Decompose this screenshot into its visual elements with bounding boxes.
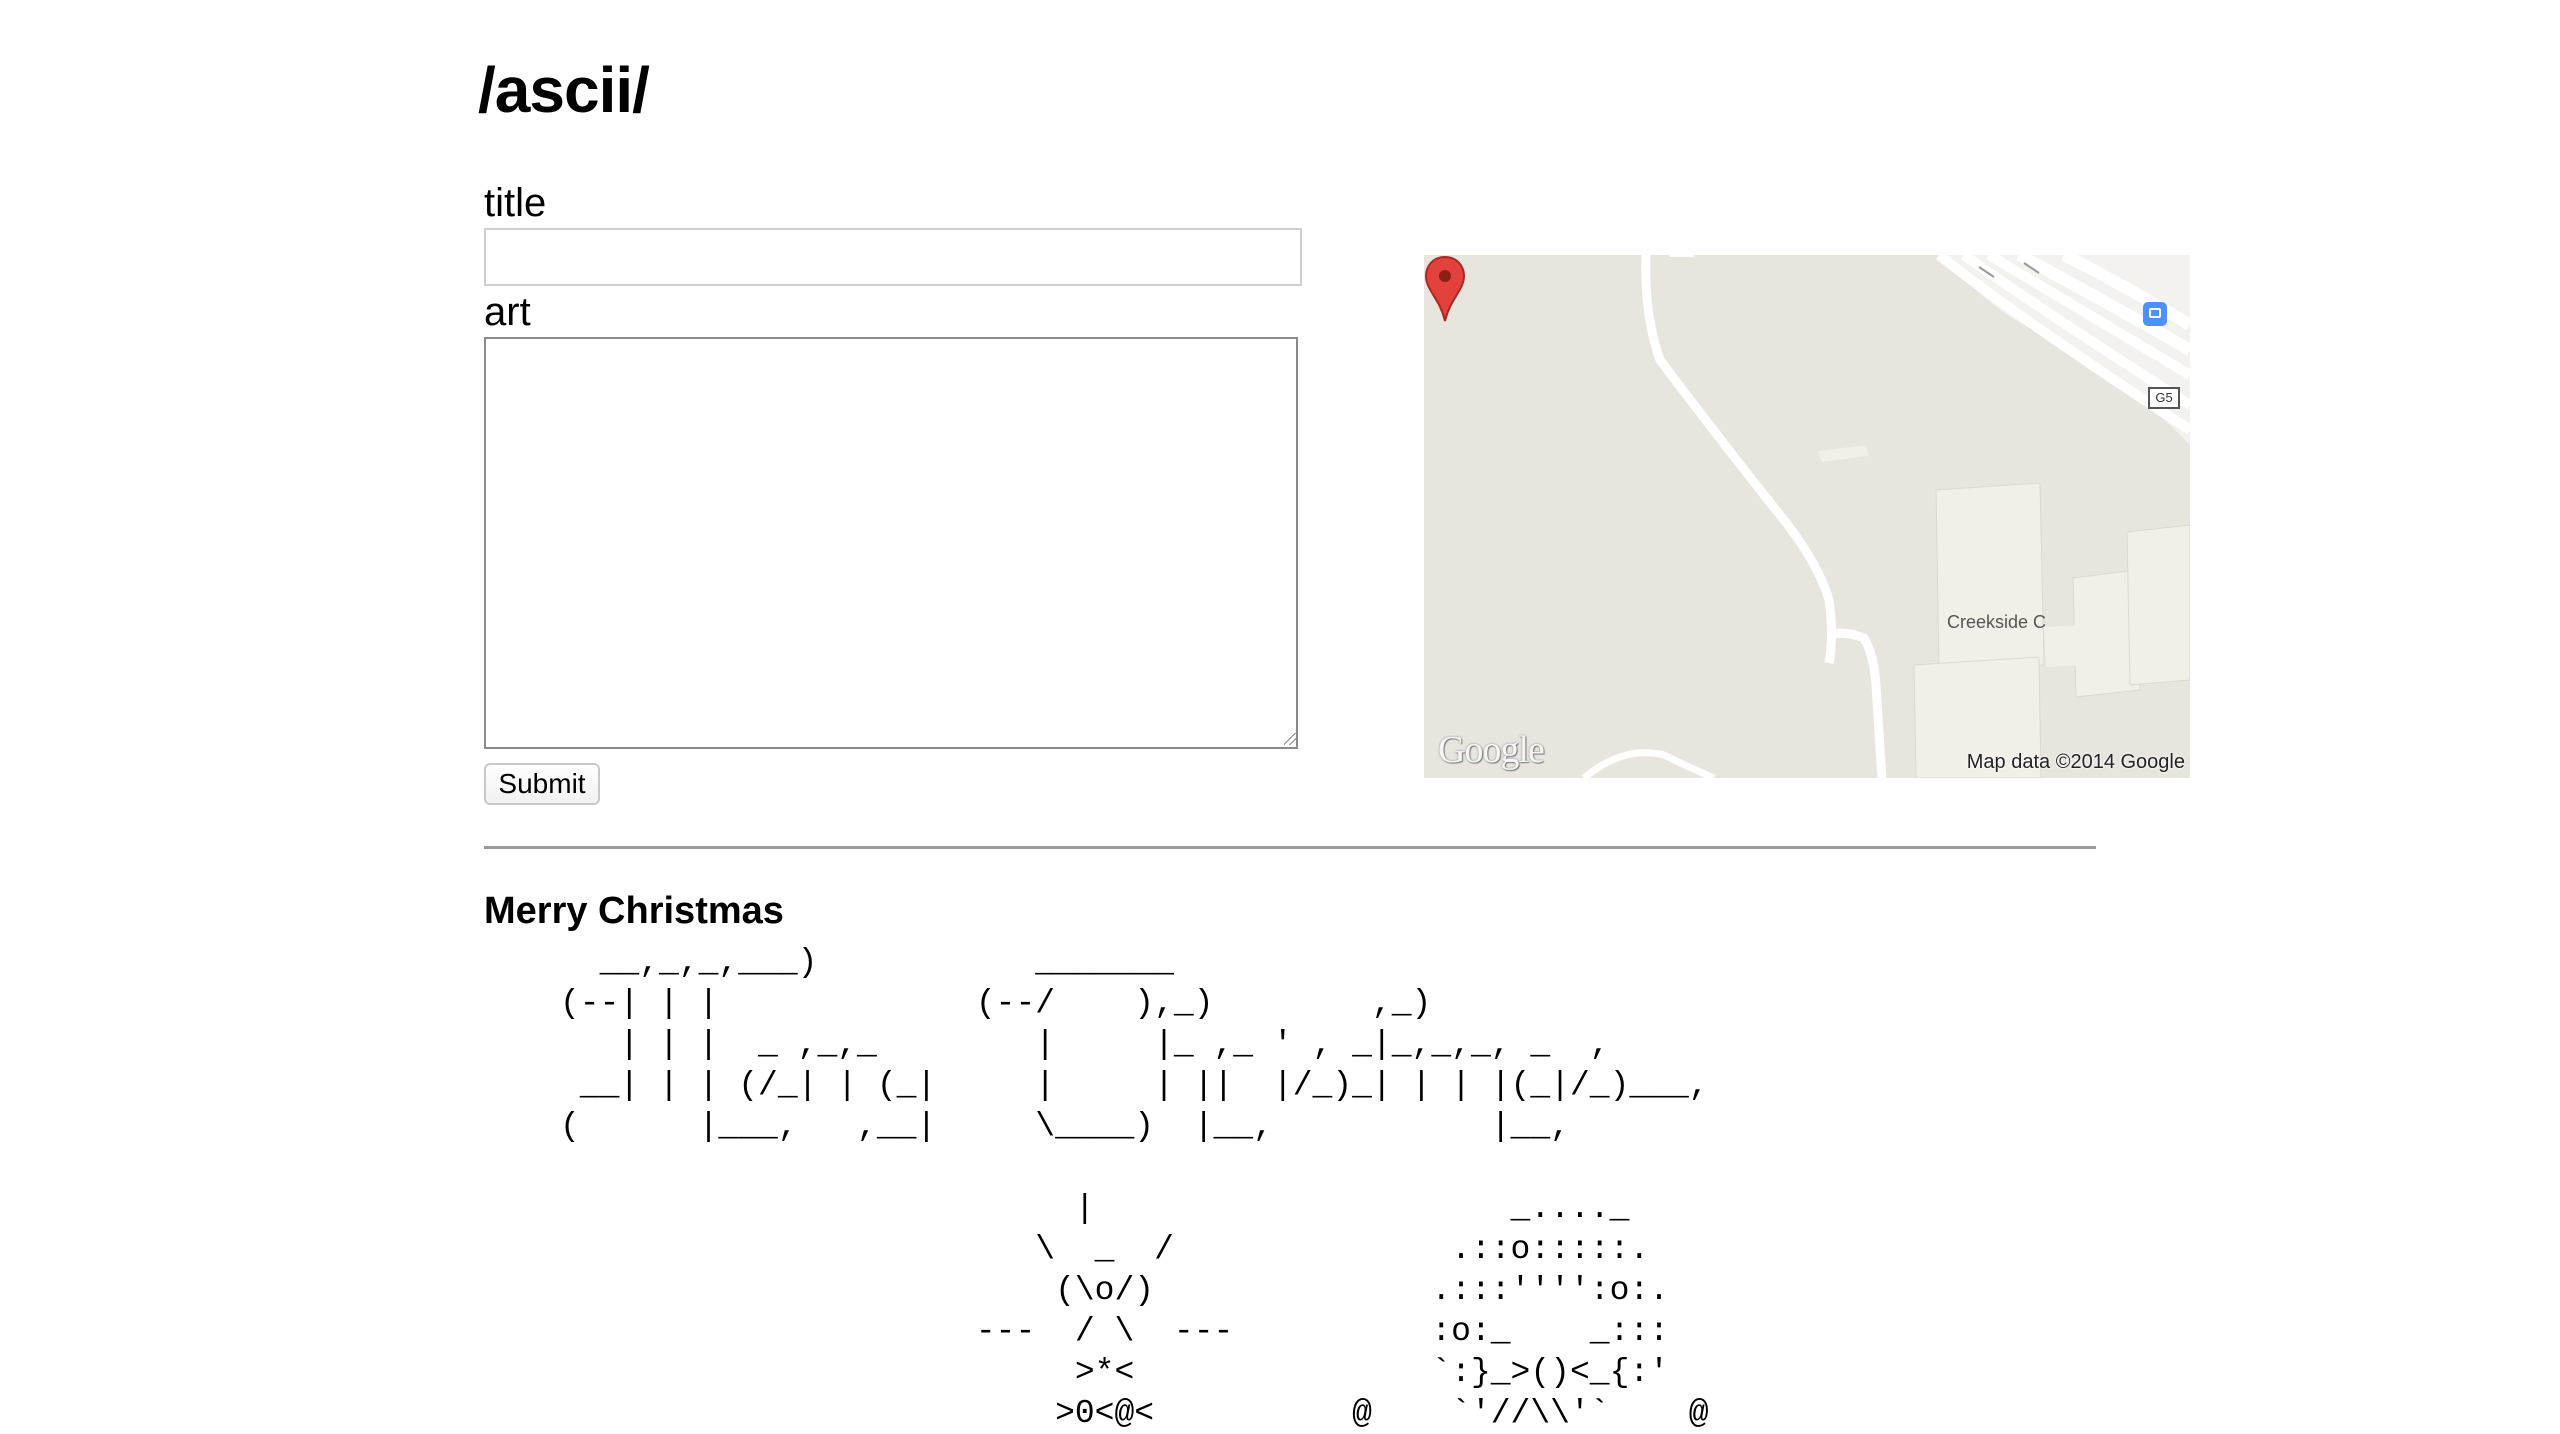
title-label: title bbox=[484, 181, 547, 225]
art-textarea[interactable] bbox=[484, 337, 1298, 749]
submit-button[interactable]: Submit bbox=[484, 763, 600, 805]
map-marker-icon[interactable] bbox=[1424, 255, 1466, 323]
title-input[interactable] bbox=[484, 228, 1302, 286]
divider bbox=[484, 846, 2096, 849]
map-place-label: Creekside C bbox=[1947, 612, 2047, 632]
map-attribution: Map data ©2014 Google bbox=[1966, 751, 2185, 773]
map-canvas bbox=[1581, 255, 2190, 778]
resize-grip-icon[interactable] bbox=[1284, 733, 1296, 745]
art-label: art bbox=[484, 290, 531, 334]
ascii-art: __,_,_,___) _______ (--| | | (--/ ),_) ,… bbox=[560, 944, 1709, 1432]
google-logo[interactable]: Google bbox=[1438, 728, 1545, 772]
route-shield-icon: G5 bbox=[2148, 387, 2180, 409]
transit-icon bbox=[2143, 302, 2167, 326]
page-title: /ascii/ bbox=[478, 54, 650, 126]
post-title: Merry Christmas bbox=[484, 890, 784, 932]
map-widget[interactable]: G5 Creekside C Google Map data ©2014 Goo… bbox=[1424, 255, 2190, 778]
